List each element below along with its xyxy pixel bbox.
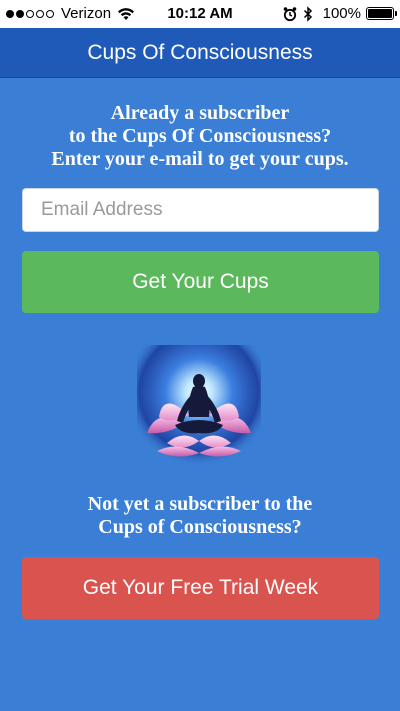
subscriber-heading-line-3: Enter your e-mail to get your cups.: [51, 148, 349, 170]
status-right: 100%: [283, 5, 397, 22]
battery-fill: [368, 9, 392, 18]
subscriber-heading: Already a subscriber to the Cups Of Cons…: [0, 102, 400, 171]
email-field[interactable]: [22, 188, 379, 232]
page-title: Cups Of Consciousness: [87, 40, 313, 64]
battery-percent: 100%: [322, 5, 361, 22]
battery-icon: [366, 7, 397, 20]
free-trial-button[interactable]: Get Your Free Trial Week: [22, 557, 379, 619]
status-bar: Verizon 10:12 AM 100%: [0, 0, 400, 28]
get-your-cups-label: Get Your Cups: [132, 270, 269, 293]
subscriber-heading-line-1: Already a subscriber: [110, 102, 290, 124]
alarm-icon: [283, 6, 297, 22]
trial-heading-line-1: Not yet a subscriber to the: [87, 493, 313, 515]
trial-heading: Not yet a subscriber to the Cups of Cons…: [0, 493, 400, 539]
meditation-lotus-image: [137, 345, 261, 469]
bluetooth-icon: [303, 5, 317, 22]
trial-heading-line-2: Cups of Consciousness?: [98, 516, 302, 538]
get-your-cups-button[interactable]: Get Your Cups: [22, 251, 379, 313]
subscriber-heading-line-2: to the Cups Of Consciousness?: [68, 125, 332, 147]
nav-bar: Cups Of Consciousness: [0, 28, 400, 78]
free-trial-label: Get Your Free Trial Week: [82, 576, 319, 599]
